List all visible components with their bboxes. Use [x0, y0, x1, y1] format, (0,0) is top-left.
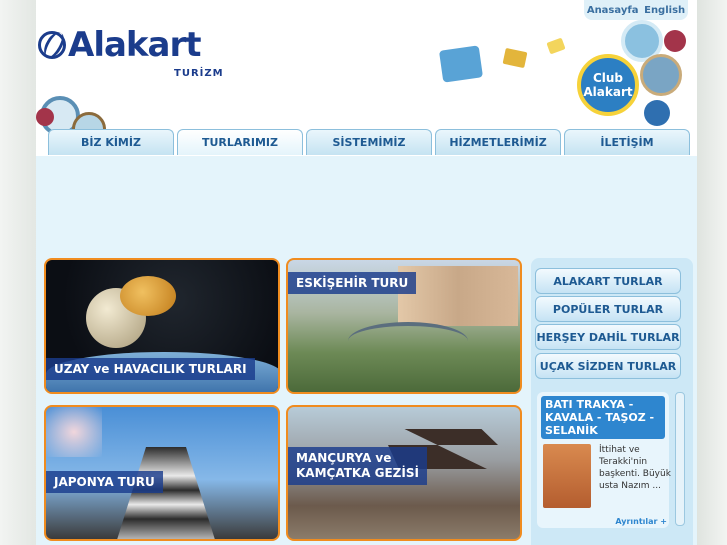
tour-tile-label: MANÇURYA ve KAMÇATKA GEZİSİ [288, 447, 427, 485]
nav-tab-biz-kimiz[interactable]: BİZ KİMİZ [48, 129, 174, 155]
tour-tile-label-line2: KAMÇATKA GEZİSİ [296, 466, 419, 480]
news-more-link[interactable]: Ayrıntılar + [615, 517, 667, 526]
blossom-image [46, 407, 102, 457]
decor-circle-icon [640, 54, 682, 96]
sidebar-button-alakart-turlar[interactable]: ALAKART TURLAR [535, 268, 681, 294]
club-alakart-badge[interactable]: Club Alakart [577, 54, 639, 116]
news-excerpt: İttihat ve Terakki'nin başkenti. Büyük u… [599, 445, 671, 491]
page-margin-right [697, 0, 727, 545]
sidebar-button-hersey-dahil[interactable]: HERŞEY DAHİL TURLAR [535, 324, 681, 350]
news-thumbnail[interactable] [543, 444, 591, 508]
logo-subtitle: TURİZM [174, 68, 224, 79]
nav-tab-turlarimiz[interactable]: TURLARIMIZ [177, 129, 303, 155]
page-margin-left [0, 0, 36, 545]
tour-tile-label: JAPONYA TURU [46, 471, 163, 493]
site-header: Alakart TURİZM Anasayfa English Club Ala… [36, 0, 697, 156]
sidebar-button-ucak-sizden[interactable]: UÇAK SİZDEN TURLAR [535, 353, 681, 379]
suitcase-icon [502, 47, 528, 69]
tour-tile-label: UZAY ve HAVACILIK TURLARI [46, 358, 255, 380]
club-label-line2: Alakart [583, 85, 633, 99]
sidebar-button-populer-turlar[interactable]: POPÜLER TURLAR [535, 296, 681, 322]
news-scrollbar[interactable] [675, 392, 685, 526]
tour-tile-space[interactable]: UZAY ve HAVACILIK TURLARI [44, 258, 280, 394]
tour-tile-japan[interactable]: JAPONYA TURU [44, 405, 280, 541]
saturn-icon [120, 276, 176, 316]
decor-circle-icon [644, 100, 670, 126]
ticket-icon [546, 37, 566, 55]
nav-tab-hizmetlerimiz[interactable]: HİZMETLERİMİZ [435, 129, 561, 155]
suitcase-icon [438, 45, 484, 83]
site-logo[interactable]: Alakart [38, 28, 201, 62]
tour-tile-label: ESKİŞEHİR TURU [288, 272, 417, 294]
globe-icon [38, 31, 66, 59]
tour-tile-label-line1: MANÇURYA ve [296, 451, 392, 465]
logo-text: Alakart [68, 25, 201, 65]
decor-circle-icon [664, 30, 686, 52]
english-link[interactable]: English [644, 5, 685, 16]
tour-tile-manchuria[interactable]: MANÇURYA ve KAMÇATKA GEZİSİ [286, 405, 522, 541]
decor-circle-icon [36, 108, 54, 126]
top-links: Anasayfa English [584, 0, 688, 20]
main-nav: BİZ KİMİZ TURLARIMIZ SİSTEMİMİZ HİZMETLE… [48, 129, 690, 156]
tour-tile-eskisehir[interactable]: ESKİŞEHİR TURU [286, 258, 522, 394]
bridge-image [348, 322, 468, 360]
castle-image [116, 447, 216, 539]
nav-tab-iletisim[interactable]: İLETİŞİM [564, 129, 690, 155]
news-title[interactable]: BATI TRAKYA - KAVALA - TAŞOZ - SELANİK [541, 396, 665, 439]
sidebar: ALAKART TURLAR POPÜLER TURLAR HERŞEY DAH… [531, 258, 693, 545]
club-label-line1: Club [592, 71, 624, 85]
home-link[interactable]: Anasayfa [587, 5, 639, 16]
news-box: BATI TRAKYA - KAVALA - TAŞOZ - SELANİK İ… [537, 392, 671, 528]
nav-tab-sistemimiz[interactable]: SİSTEMİMİZ [306, 129, 432, 155]
